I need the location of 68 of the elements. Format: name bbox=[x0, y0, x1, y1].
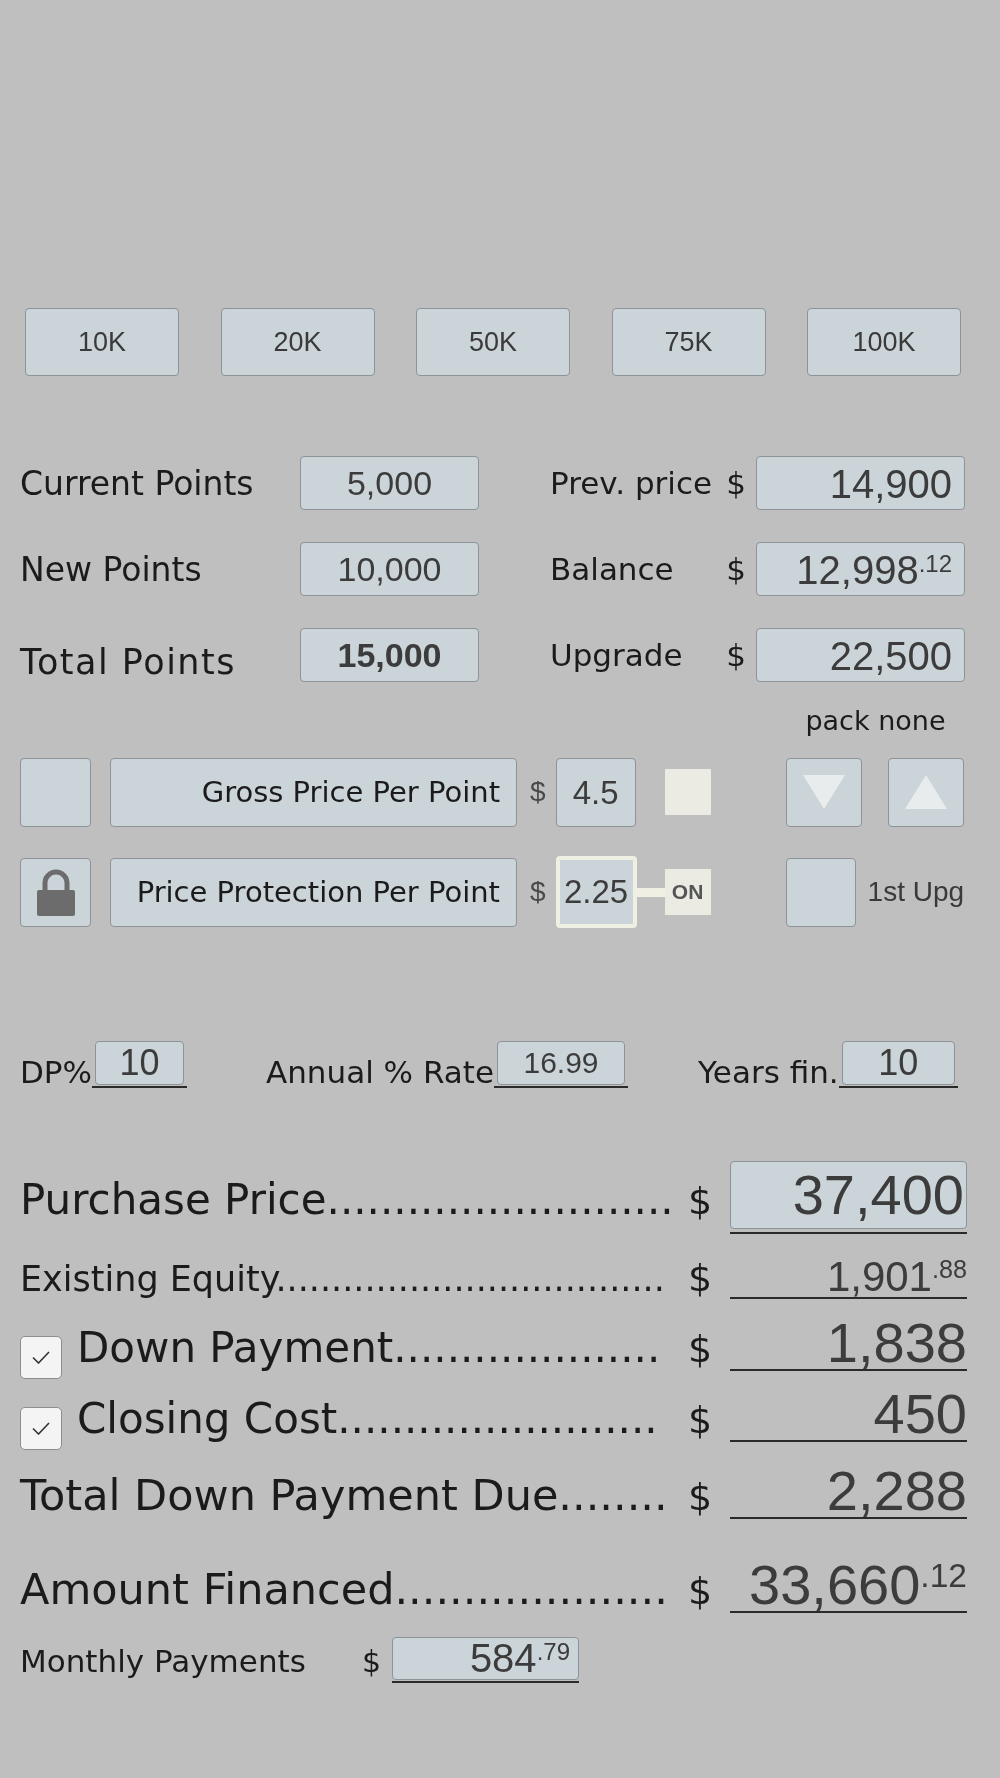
input-field[interactable]: 10 bbox=[838, 1041, 958, 1088]
price-field[interactable]: 22,500 bbox=[756, 628, 965, 682]
amount-value: 1,838 bbox=[730, 1316, 967, 1372]
amount-button[interactable]: 100K bbox=[807, 308, 961, 376]
currency-sign: $ bbox=[726, 551, 746, 587]
currency-sign: $ bbox=[688, 1569, 714, 1613]
price-field[interactable]: 14,900 bbox=[756, 456, 965, 510]
row-label: Purchase Price.......................... bbox=[20, 1175, 674, 1224]
payment-field[interactable]: 584$^{.79}$ bbox=[392, 1637, 579, 1683]
amount-value: 2,288 bbox=[730, 1464, 967, 1520]
field-label: Prev. price bbox=[550, 465, 713, 501]
currency-sign: $ bbox=[688, 1327, 714, 1371]
field-label: Balance bbox=[550, 551, 674, 587]
triangle-up-icon bbox=[904, 775, 947, 809]
triangle-down-icon bbox=[802, 775, 845, 809]
points-field[interactable]: 15,000 bbox=[300, 628, 479, 682]
currency-sign: $ bbox=[688, 1256, 714, 1300]
checkmark-icon bbox=[32, 1351, 50, 1364]
lock-icon bbox=[35, 868, 76, 916]
toggle-switch[interactable]: ON bbox=[664, 869, 711, 915]
field-label: Current Points bbox=[20, 463, 254, 503]
field-label: New Points bbox=[20, 549, 202, 589]
currency-sign: $ bbox=[530, 876, 546, 908]
currency-sign: $ bbox=[688, 1398, 714, 1442]
points-field[interactable]: 10,000 bbox=[300, 542, 479, 596]
field-label: Years fin. bbox=[698, 1057, 839, 1088]
checkbox[interactable] bbox=[20, 1407, 62, 1450]
pack-label: pack none bbox=[805, 705, 946, 736]
currency-sign: $ bbox=[530, 776, 546, 808]
amount-button[interactable]: 20K bbox=[220, 308, 375, 376]
currency-sign: $ bbox=[726, 637, 746, 673]
row-label: Existing Equity................................... bbox=[20, 1259, 665, 1299]
row-label: Total Down Payment Due........ bbox=[20, 1470, 668, 1520]
checkbox-label: 1st Upg bbox=[867, 876, 965, 908]
field-label: Annual % Rate bbox=[266, 1057, 494, 1088]
checkmark-icon bbox=[32, 1422, 50, 1435]
amount-button[interactable]: 10K bbox=[25, 308, 179, 376]
price-field[interactable]: 4.5 bbox=[555, 757, 636, 827]
toggle-switch[interactable] bbox=[664, 769, 711, 815]
currency-sign: $ bbox=[726, 465, 746, 501]
input-field[interactable]: 16.99 bbox=[494, 1041, 628, 1088]
lock-button[interactable] bbox=[20, 857, 91, 927]
points-field[interactable]: 5,000 bbox=[300, 456, 479, 510]
row-label: Closing Cost........................ bbox=[77, 1394, 658, 1443]
checkbox[interactable] bbox=[20, 1336, 62, 1379]
currency-sign: $ bbox=[362, 1644, 383, 1679]
price-label-button[interactable]: Price Protection Per Point bbox=[110, 857, 517, 927]
price-field[interactable]: 2.25 bbox=[555, 856, 637, 928]
amount-value: 1,901$^{.88}$ bbox=[730, 1257, 967, 1299]
currency-sign: $ bbox=[688, 1179, 714, 1223]
field-label: DP% bbox=[20, 1057, 93, 1088]
up-button[interactable] bbox=[887, 757, 964, 827]
amount-value: 33,660$^{.12}$ bbox=[730, 1558, 967, 1614]
row-label: Down Payment.................... bbox=[77, 1323, 661, 1372]
field-label: Total Points bbox=[20, 642, 236, 682]
currency-sign: $ bbox=[688, 1475, 714, 1519]
price-field[interactable]: 12,998$^{.12}$ bbox=[756, 542, 965, 596]
input-field[interactable]: 10 bbox=[92, 1041, 188, 1088]
down-button[interactable] bbox=[785, 757, 862, 827]
blank-button[interactable] bbox=[20, 757, 91, 827]
checkbox[interactable] bbox=[785, 857, 856, 927]
price-label-button[interactable]: Gross Price Per Point bbox=[110, 757, 517, 827]
row-label: Amount Financed.................... bbox=[20, 1564, 668, 1614]
field-label: Upgrade bbox=[550, 637, 683, 673]
amount-value: 450 bbox=[730, 1387, 967, 1443]
amount-button[interactable]: 50K bbox=[416, 308, 570, 376]
amount-button[interactable]: 75K bbox=[611, 308, 766, 376]
row-label: Monthly Payments bbox=[20, 1643, 307, 1679]
